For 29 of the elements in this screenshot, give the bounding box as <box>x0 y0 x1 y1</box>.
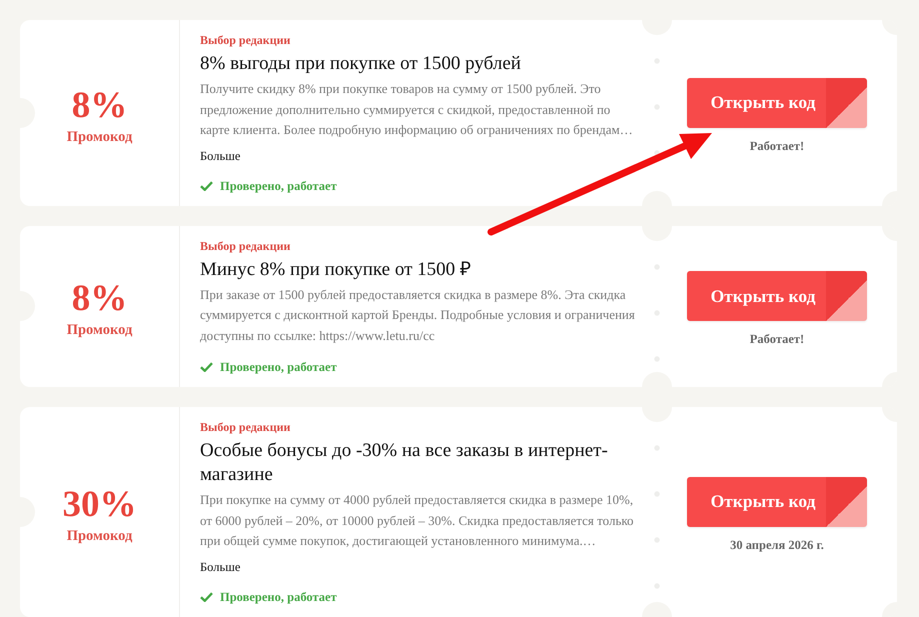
offer-description: Получите скидку 8% при покупке товаров на сумму от 1500 рублей. Это предложение дополнительно суммируется с скидкой, предоставленной по карте клиента. Более подробную информацию об ограничениях по брендам… <box>200 80 634 139</box>
verified-status: Проверено, работает <box>220 359 337 376</box>
more-link[interactable]: Больше <box>200 148 240 162</box>
status-note: Работает! <box>750 331 804 348</box>
open-code-button[interactable]: Открыть код <box>687 78 867 128</box>
status-note: Работает! <box>750 138 804 154</box>
promo-code-label: Промокод <box>66 128 132 146</box>
discount-value: 30% <box>62 484 136 525</box>
offer-title: Особые бонусы до -30% на все заказы в интернет-магазине <box>200 439 609 487</box>
open-code-button[interactable]: Открыть код <box>687 271 867 322</box>
offer-title: 8% выгоды при покупке от 1500 рублей <box>200 52 522 76</box>
promo-code-label: Промокод <box>66 321 132 340</box>
editors-choice-label: Выбор редакции <box>200 238 292 254</box>
verified-status: Проверено, работает <box>220 588 337 606</box>
discount-value: 8% <box>72 86 128 126</box>
check-icon <box>200 362 213 372</box>
verified-status: Проверено, работает <box>220 178 337 194</box>
offer-title: Минус 8% при покупке от 1500 ₽ <box>200 258 472 282</box>
offer-description: При покупке на сумму от 4000 рублей предоставляется скидка в размере 10%, от 6000 рублей – 20%, от 10000 рублей – 30%. Скидка предоставляется только при общей сумме покупок, достигающей установленного минимума.… <box>200 491 635 550</box>
check-icon <box>200 180 213 190</box>
open-code-button[interactable]: Открыть код <box>687 476 867 527</box>
more-link[interactable]: Больше <box>200 560 240 574</box>
check-icon <box>200 592 213 602</box>
editors-choice-label: Выбор редакции <box>200 419 292 435</box>
offer-description: При заказе от 1500 рублей предоставляется скидка в размере 8%. Эта скидка суммируется с дисконтной картой Бренды. Подробные условия и ограничения доступны по ссылке: https://www.letu.ru/cc <box>200 286 636 345</box>
promo-code-label: Промокод <box>66 526 132 545</box>
discount-value: 8% <box>72 279 128 320</box>
status-note: 30 апреля 2026 г. <box>730 536 824 553</box>
editors-choice-label: Выбор редакции <box>200 32 292 48</box>
